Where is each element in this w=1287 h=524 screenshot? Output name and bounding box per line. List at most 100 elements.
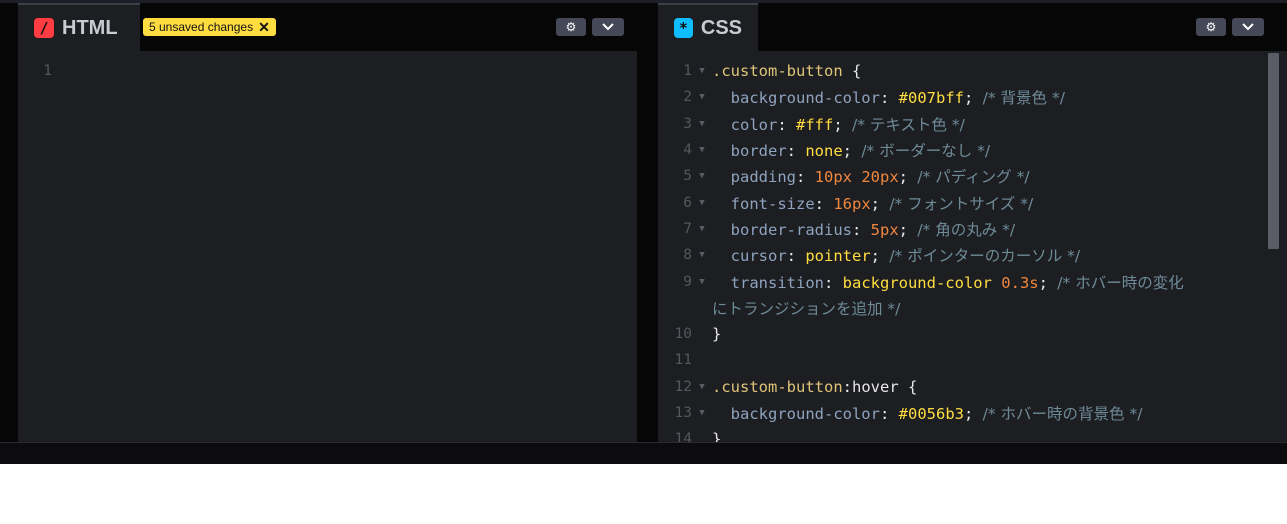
code-line: 1 ▼ .custom-button { — [658, 58, 1287, 84]
code-text: } — [712, 325, 721, 343]
html-settings-button[interactable]: ⚙ — [556, 18, 586, 36]
css-editor-pane: * CSS ⚙ 1 ▼ .custom-button {2 ▼ background-… — [658, 3, 1287, 442]
close-icon[interactable]: ✕ — [258, 19, 270, 36]
html-tab[interactable]: / HTML — [18, 3, 140, 51]
code-token: : — [796, 168, 815, 187]
code-line: にトランジションを追加 */ — [658, 295, 1287, 321]
code-line: 6 ▼ font-size: 16px; /* フォントサイズ */ — [658, 189, 1287, 215]
line-number: 8 — [683, 247, 692, 264]
code-token: ; — [833, 115, 852, 134]
code-token: background-color — [712, 405, 880, 423]
css-collapse-button[interactable] — [1232, 18, 1264, 36]
code-text: color: #fff; /* テキスト色 */ — [712, 113, 965, 135]
chevron-down-icon — [602, 23, 614, 31]
code-token: .custom-button — [712, 377, 843, 396]
code-token: padding — [712, 168, 796, 187]
line-number: 1 — [683, 63, 692, 80]
code-token: :hover — [842, 377, 899, 396]
unsaved-changes-badge[interactable]: 5 unsaved changes ✕ — [143, 18, 276, 36]
code-token: 5px — [870, 220, 899, 239]
fold-arrow-icon[interactable]: ▼ — [692, 92, 712, 102]
html-editor-pane: / HTML 5 unsaved changes ✕ ⚙ 1 — [18, 3, 637, 442]
fold-arrow-icon[interactable]: ▼ — [692, 171, 712, 181]
code-text: border-radius: 5px; /* 角の丸み */ — [712, 218, 1015, 240]
code-token: cursor — [712, 247, 787, 266]
code-token: background-color — [842, 273, 1002, 292]
code-token: 0.3s — [1001, 273, 1039, 292]
fold-arrow-icon[interactable]: ▼ — [692, 382, 712, 392]
code-token: #fff — [796, 115, 834, 134]
line-number: 6 — [683, 194, 692, 211]
code-token: pointer — [805, 247, 871, 266]
code-token: /* ホバー時の変化 — [1057, 273, 1184, 292]
code-token: : — [777, 115, 796, 134]
code-token: color — [712, 115, 778, 134]
fold-arrow-icon[interactable]: ▼ — [692, 145, 712, 155]
line-number: 12 — [674, 378, 692, 395]
css-tab-title: CSS — [700, 16, 742, 39]
fold-arrow-icon[interactable]: ▼ — [692, 119, 712, 129]
line-number: 3 — [683, 115, 692, 132]
code-line: 7 ▼ border-radius: 5px; /* 角の丸み */ — [658, 216, 1287, 242]
css-scrollbar-thumb[interactable] — [1268, 53, 1279, 249]
line-number: 7 — [683, 220, 692, 237]
code-line: 4 ▼ border: none; /* ボーダーなし */ — [658, 137, 1287, 163]
code-text: font-size: 16px; /* フォントサイズ */ — [712, 192, 1034, 214]
code-line: 9 ▼ transition: background-color 0.3s; /*… — [658, 268, 1287, 294]
code-line: 8 ▼ cursor: pointer; /* ポインターのカーソル */ — [658, 242, 1287, 268]
code-text: } — [712, 430, 721, 442]
code-token: : — [879, 89, 899, 108]
fold-arrow-icon[interactable]: ▼ — [692, 224, 712, 234]
css-scroll-track[interactable] — [1267, 51, 1287, 442]
fold-arrow-icon[interactable]: ▼ — [692, 277, 712, 287]
css-pane-header: * CSS ⚙ — [658, 3, 1287, 51]
code-token: .custom-button — [712, 62, 843, 81]
code-token: ; — [842, 142, 862, 161]
line-number: 11 — [674, 352, 692, 369]
code-token: 10px 20px — [814, 168, 899, 187]
code-text: transition: background-color 0.3s; /* ホバ… — [712, 271, 1184, 293]
code-token: /* フォントサイズ */ — [889, 194, 1034, 213]
code-text: background-color: #0056b3; /* ホバー時の背景色 *… — [712, 402, 1143, 424]
code-token: /* 背景色 */ — [982, 89, 1065, 108]
fold-arrow-icon[interactable]: ▼ — [692, 408, 712, 418]
code-token: /* 角の丸み */ — [917, 220, 1016, 239]
code-token: } — [712, 325, 722, 344]
css-code-lines: 1 ▼ .custom-button {2 ▼ background-color: #… — [658, 58, 1287, 442]
code-token: : — [879, 405, 899, 423]
code-line: 13 ▼ background-color: #0056b3; /* ホバー時の背… — [658, 400, 1287, 426]
code-token: /* ボーダーなし */ — [861, 142, 991, 161]
code-token: にトランジションを追加 */ — [712, 299, 901, 318]
css-code-area[interactable]: 1 ▼ .custom-button {2 ▼ background-color: #… — [658, 51, 1287, 442]
code-token: background-color — [712, 89, 880, 108]
code-token: ; — [870, 247, 890, 266]
html-code-area[interactable]: 1 — [18, 51, 637, 442]
code-token: /* テキスト色 */ — [852, 115, 965, 134]
code-token: : — [823, 273, 843, 292]
html-pane-header: / HTML 5 unsaved changes ✕ ⚙ — [18, 3, 637, 51]
css-logo-icon: * — [674, 18, 693, 38]
code-line: 10} — [658, 321, 1287, 347]
line-number: 14 — [674, 431, 692, 442]
line-number: 5 — [683, 168, 692, 185]
bottom-bar — [0, 442, 1287, 464]
fold-arrow-icon[interactable]: ▼ — [692, 198, 712, 208]
code-line: 12 ▼ .custom-button:hover { — [658, 374, 1287, 400]
unsaved-changes-label: 5 unsaved changes — [149, 20, 254, 34]
line-number: 2 — [683, 89, 692, 106]
fold-arrow-icon[interactable]: ▼ — [692, 250, 712, 260]
code-line: 2 ▼ background-color: #007bff; /* 背景色 */ — [658, 84, 1287, 110]
html-logo-icon: / — [34, 18, 54, 38]
html-collapse-button[interactable] — [592, 18, 624, 36]
line-number: 9 — [683, 273, 692, 290]
code-token: : — [786, 247, 806, 266]
css-settings-button[interactable]: ⚙ — [1196, 18, 1226, 36]
html-tab-title: HTML — [62, 16, 118, 39]
css-tab[interactable]: * CSS — [658, 3, 758, 51]
chevron-down-icon — [1242, 23, 1254, 31]
code-text: cursor: pointer; /* ポインターのカーソル */ — [712, 244, 1080, 266]
code-token: transition — [712, 273, 824, 292]
code-token: 16px — [833, 194, 871, 213]
code-token: ; — [898, 168, 918, 187]
fold-arrow-icon[interactable]: ▼ — [692, 66, 712, 76]
